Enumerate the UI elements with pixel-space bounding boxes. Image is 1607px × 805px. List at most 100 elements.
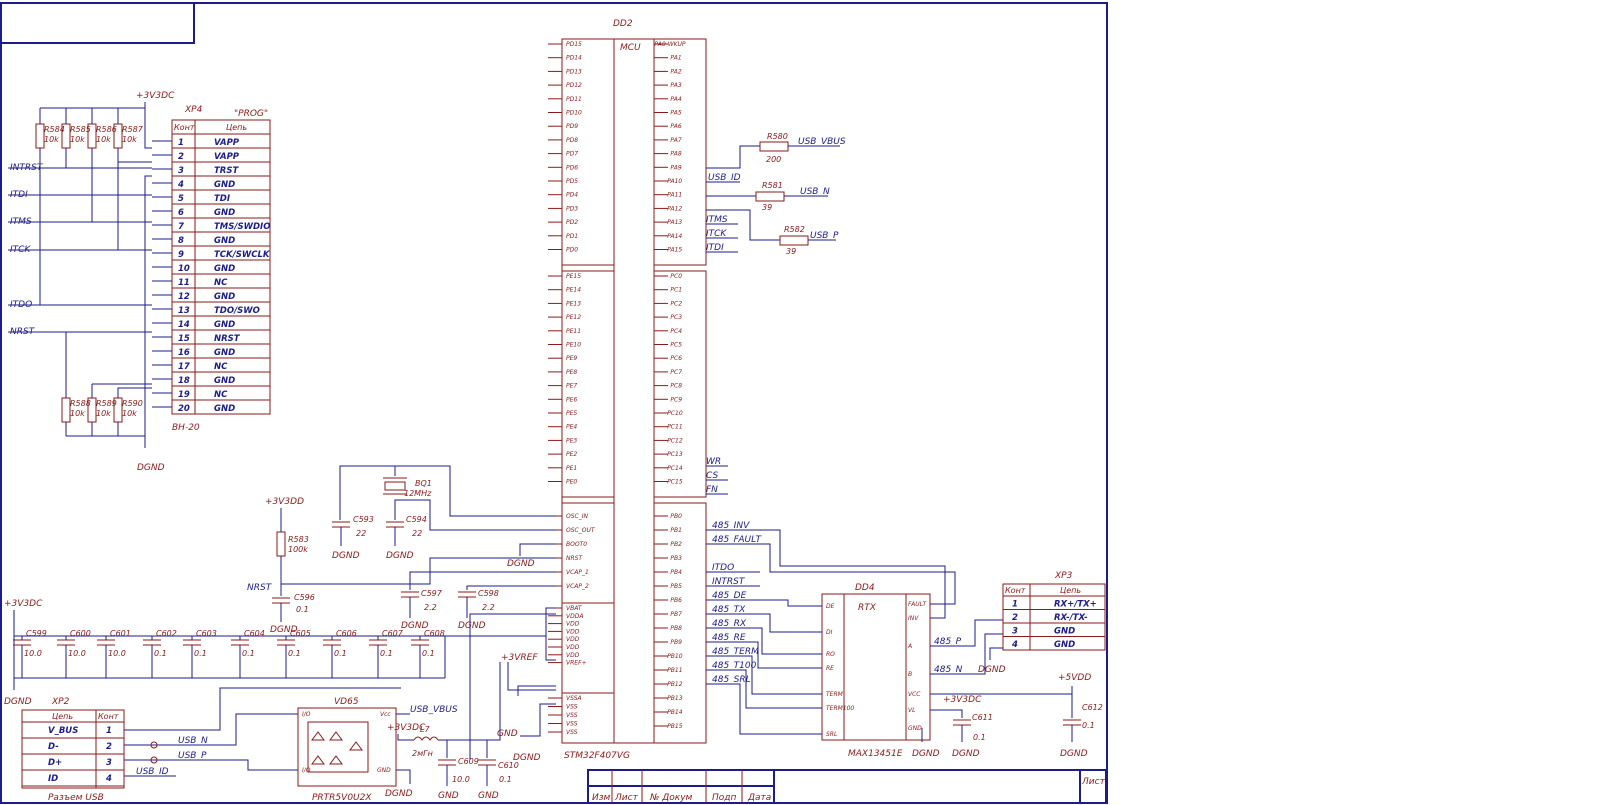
c609-value: 10.0	[452, 775, 470, 784]
l7-value: 2мГн	[412, 749, 433, 758]
mcu-pin-label: VSSA	[566, 695, 582, 702]
vapp2-wire	[117, 148, 152, 163]
mcu-pin-label: PE11	[566, 328, 581, 335]
prog-row-net: VAPP	[214, 152, 240, 162]
prog-row-net: TDO/SWO	[214, 306, 260, 316]
mcu-pin-label: PA0-WKUP	[654, 41, 685, 48]
vl-supply: +3V3DC	[943, 695, 982, 705]
mcu-pin-label: PE3	[566, 437, 577, 444]
decoupling-supply: +3V3DC	[4, 599, 43, 609]
mcu-pin-label: VDD	[566, 621, 580, 628]
r580-net: USB_VBUS	[798, 137, 846, 147]
mcu-pin-label: VSS	[566, 704, 578, 711]
mcu-pin-label: PD11	[566, 96, 582, 103]
c593-ground: DGND	[332, 551, 360, 561]
decoupling-cap-value: 0.1	[154, 649, 167, 658]
crystal-ref: BQ1	[415, 479, 432, 488]
decoupling-cap-ref: C602	[156, 629, 177, 638]
mcu-pin-label: PA6	[670, 123, 681, 130]
prog-row-pin: 6	[178, 208, 184, 218]
crystal-value: 12MHz	[404, 489, 432, 498]
xcvr-pins: DE DI RO RE TERM TERM100 SRL FAULT INV A B VCC VL GND	[826, 601, 928, 738]
mcu-pin-label: VCAP_1	[566, 569, 589, 576]
mcu-pin-group: PD15 PD14 PD13 PD12 PD11 PD10 PD9 PD8 PD7 PD6 PD5 P…	[548, 41, 686, 736]
l7-ref: L7	[420, 725, 430, 734]
r582-ref: R582	[784, 225, 805, 234]
mcu-pin-label: PB4	[670, 569, 682, 576]
decoupling-cap-value: 0.1	[194, 649, 207, 658]
mcu-pin-label: PD3	[566, 205, 578, 212]
mcu-pin-label: PB14	[667, 709, 683, 716]
xp3-row-net: GND	[1054, 640, 1075, 650]
xp3-row-pin: 3	[1012, 627, 1018, 637]
r580-ref: R580	[767, 132, 788, 141]
mcu-pin-label: PA13	[667, 219, 682, 226]
prog-row-pin: 19	[178, 390, 190, 400]
xcvr-left-pin: RE	[826, 665, 834, 672]
net-cs: CS	[706, 471, 718, 481]
r583-value: 100k	[288, 545, 308, 554]
pullup-value: 10k	[44, 135, 59, 144]
mcu-pin-label: PD12	[566, 82, 582, 89]
prog-row-pin: 1	[178, 138, 184, 148]
esd-part: PRTR5V0U2X	[312, 793, 372, 803]
mcu-pin-label: PE1	[566, 465, 577, 472]
c594-value: 22	[412, 529, 422, 538]
mcu-pin-label: PE15	[566, 273, 581, 280]
mcu-pin-label: PB5	[670, 583, 682, 590]
net-fn: FN	[706, 485, 718, 495]
mcu-pin-label: PC9	[670, 396, 682, 403]
pulldown-resistor	[61, 397, 71, 423]
net-usb-id: USB_ID	[708, 173, 741, 183]
mcu-pin-label: PC2	[670, 300, 682, 307]
mcu-pin-label: PD15	[566, 41, 582, 48]
tb-col-date: Дата	[747, 793, 771, 803]
c609-ground: GND	[438, 791, 459, 801]
net-485-p: 485_P	[934, 637, 962, 647]
prog-row-pin: 16	[178, 348, 190, 358]
mcu-pin-label: PB0	[670, 513, 682, 520]
mcu-pin-label: PC12	[667, 437, 683, 444]
net-itdo-mcu: ITDO	[712, 563, 734, 573]
mcu-pin-label: VBAT	[566, 605, 583, 612]
corner-stamp	[0, 2, 195, 44]
boot0-ground: DGND	[507, 559, 535, 569]
pc-nets: WR CS FN	[706, 457, 728, 495]
xp3-row-pin: 1	[1012, 600, 1018, 610]
mcu-designator: DD2	[613, 19, 633, 29]
mcu-pin-label: VREF+	[566, 660, 587, 667]
mcu-pin-label: PC11	[667, 424, 682, 431]
usb-row-net: D+	[48, 758, 62, 768]
decoupling-cap-ref: C600	[70, 629, 91, 638]
usb-designator: XP2	[51, 697, 70, 707]
mcu-pin-label: VDD	[566, 628, 580, 635]
c609-ref: C609	[458, 757, 479, 766]
mcu-pin-label: PD2	[566, 219, 578, 226]
xp3-col-pin: Конт	[1005, 586, 1026, 595]
net-485-fault: 485_FAULT	[712, 535, 762, 545]
prog-row-pin: 8	[178, 236, 184, 246]
decoupling-ground: DGND	[4, 697, 32, 707]
net-485-tx: 485_TX	[712, 605, 746, 615]
net-intrst: INTRST	[10, 163, 44, 173]
net-itdo: ITDO	[10, 300, 32, 310]
mcu-pin-label: PE4	[566, 424, 577, 431]
pullup-value: 10k	[122, 135, 137, 144]
usb-caption: Разъем USB	[48, 793, 104, 803]
prog-row-pin: 14	[178, 320, 190, 330]
mcu-pin-label: VCAP_2	[566, 583, 589, 590]
prog-row-net: NC	[214, 278, 228, 288]
mcu-pin-label: VSS	[566, 721, 578, 728]
prog-designator: XP4	[184, 105, 203, 115]
xcvr-right-pin: VCC	[908, 691, 921, 698]
mcu-pin-label: VDDA	[566, 613, 583, 620]
usb-row-pin: 1	[106, 726, 112, 736]
drawing-frame	[0, 2, 1108, 804]
c597-value: 2.2	[424, 603, 437, 612]
net-485-n: 485_N	[934, 665, 963, 675]
decoupling-cap-value: 10.0	[68, 649, 86, 658]
prog-row-pin: 2	[178, 152, 184, 162]
reset-supply: +3V3DD	[265, 497, 304, 507]
pullup-resistor	[35, 123, 45, 149]
prog-row-net: GND	[214, 348, 235, 358]
